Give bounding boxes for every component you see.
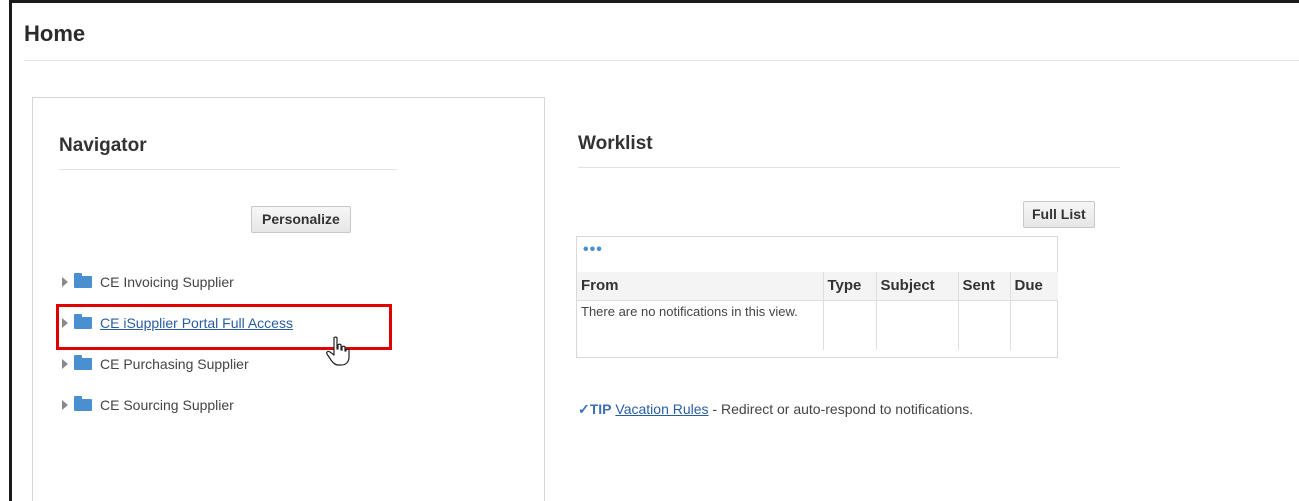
worklist-title: Worklist — [578, 133, 653, 154]
worklist-table: ••• From Type Subject Sent Due There are… — [576, 236, 1058, 358]
folder-icon — [74, 273, 92, 288]
table-row: There are no notifications in this view. — [577, 300, 1058, 350]
column-header-subject[interactable]: Subject — [876, 272, 959, 301]
title-divider — [24, 60, 1299, 61]
expand-arrow-icon[interactable] — [62, 277, 68, 287]
column-header-sent[interactable]: Sent — [958, 272, 1011, 301]
navigator-divider — [59, 169, 397, 170]
column-header-type[interactable]: Type — [823, 272, 877, 301]
tip-text: - Redirect or auto-respond to notificati… — [708, 401, 974, 417]
nav-item-ce-invoicing-supplier[interactable]: CE Invoicing Supplier — [62, 272, 234, 292]
page-title: Home — [24, 21, 86, 46]
tip-line: ✓TIP Vacation Rules - Redirect or auto-r… — [578, 401, 973, 418]
personalize-button[interactable]: Personalize — [251, 206, 351, 233]
table-cell — [1010, 300, 1058, 350]
expand-arrow-icon[interactable] — [62, 400, 68, 410]
column-header-due[interactable]: Due — [1010, 272, 1058, 301]
nav-item-ce-purchasing-supplier[interactable]: CE Purchasing Supplier — [62, 354, 249, 374]
navigator-title: Navigator — [59, 135, 147, 156]
expand-arrow-icon[interactable] — [62, 359, 68, 369]
home-window: Home Navigator Personalize CE Invoicing … — [9, 0, 1299, 501]
table-cell — [823, 300, 877, 350]
column-header-from[interactable]: From — [577, 272, 824, 301]
nav-item-label[interactable]: CE Sourcing Supplier — [100, 397, 234, 413]
full-list-button[interactable]: Full List — [1023, 201, 1095, 228]
table-header-row: From Type Subject Sent Due — [577, 272, 1058, 301]
empty-message: There are no notifications in this view. — [577, 300, 824, 350]
tip-label: TIP — [589, 401, 612, 417]
nav-item-label[interactable]: CE Purchasing Supplier — [100, 356, 249, 372]
more-options-icon[interactable]: ••• — [583, 241, 603, 259]
folder-icon — [74, 355, 92, 370]
notifications-table: From Type Subject Sent Due There are no … — [577, 272, 1058, 350]
table-cell — [958, 300, 1011, 350]
nav-item-label[interactable]: CE Invoicing Supplier — [100, 274, 234, 290]
navigator-panel: Navigator Personalize CE Invoicing Suppl… — [32, 97, 545, 501]
nav-item-ce-sourcing-supplier[interactable]: CE Sourcing Supplier — [62, 395, 234, 415]
check-circle-icon: ✓ — [578, 401, 590, 417]
hand-cursor-icon — [326, 336, 350, 366]
folder-icon — [74, 396, 92, 411]
vacation-rules-link[interactable]: Vacation Rules — [615, 401, 708, 417]
table-cell — [876, 300, 959, 350]
worklist-divider — [578, 167, 1120, 168]
